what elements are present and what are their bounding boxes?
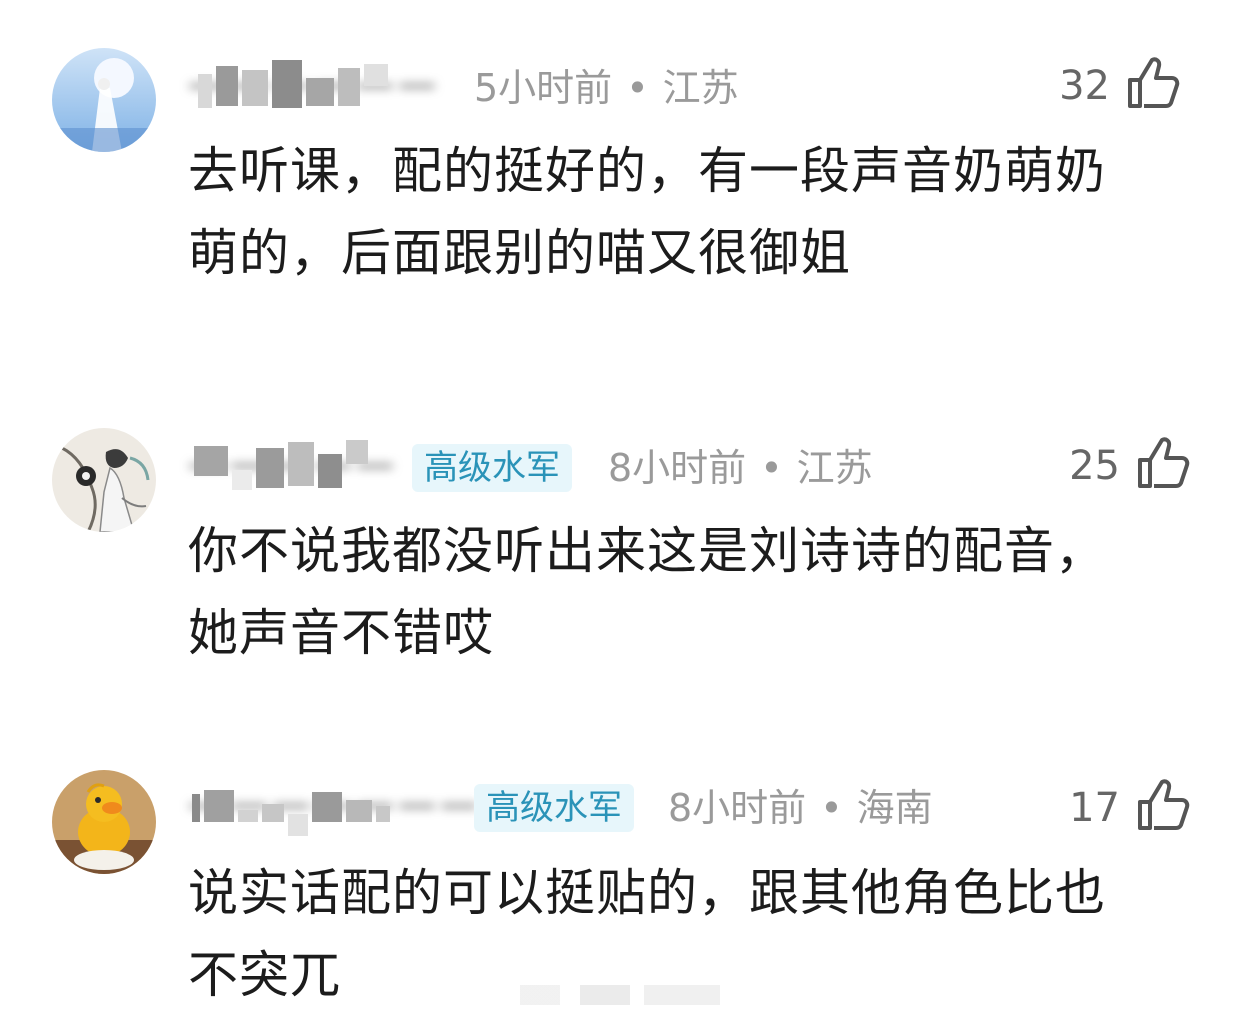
avatar[interactable] <box>52 770 156 874</box>
like-count: 32 <box>1059 63 1110 109</box>
comment-location: 海南 <box>856 786 933 830</box>
time-location: 8小时前 • 江苏 <box>608 444 873 492</box>
time-location: 8小时前 • 海南 <box>668 784 933 832</box>
comment-text-line: 说实话配的可以挺贴的，跟其他角色比也 <box>188 864 1106 922</box>
thumbs-up-icon[interactable] <box>1134 434 1192 492</box>
comment-text-line: 去听课，配的挺好的，有一段声音奶萌奶 <box>188 142 1106 200</box>
watermark <box>520 985 720 1005</box>
avatar[interactable] <box>52 48 156 152</box>
comment-time: 8小时前 <box>608 446 747 490</box>
comment-meta: 一一一一一 高级水军 8小时前•江苏 <box>188 440 1188 496</box>
thumbs-up-icon[interactable] <box>1124 54 1182 112</box>
user-badge: 高级水军 <box>412 444 572 492</box>
separator-dot: • <box>626 66 649 110</box>
like-count: 17 <box>1069 785 1120 831</box>
avatar[interactable] <box>52 428 156 532</box>
comment-location: 江苏 <box>662 66 739 110</box>
username-mosaic <box>192 780 456 836</box>
comment-text-line: 你不说我都没听出来这是刘诗诗的配音， <box>188 522 1106 580</box>
comment-text: 去听课，配的挺好的，有一段声音奶萌奶 萌的，后面跟别的喵又很御姐 <box>188 130 1188 294</box>
comment-text: 你不说我都没听出来这是刘诗诗的配音， 她声音不错哎 <box>188 510 1188 674</box>
username-mosaic <box>198 60 468 116</box>
comment-location: 江苏 <box>796 446 873 490</box>
comment-text-line: 她声音不错哎 <box>188 604 494 662</box>
user-badge: 高级水军 <box>474 784 634 832</box>
separator-dot: • <box>820 786 843 830</box>
time-location: 5小时前 • 江苏 <box>474 64 739 112</box>
comment-text-line: 萌的，后面跟别的喵又很御姐 <box>188 224 851 282</box>
comment-time: 8小时前 <box>668 786 807 830</box>
thumbs-up-icon[interactable] <box>1134 776 1192 834</box>
comment-meta: 一一一一一一一 高级水军 8小时前•海南 <box>188 780 1188 836</box>
username-mosaic <box>194 440 394 496</box>
separator-dot: • <box>760 446 783 490</box>
like-count: 25 <box>1069 443 1120 489</box>
comment-time: 5小时前 <box>474 66 613 110</box>
